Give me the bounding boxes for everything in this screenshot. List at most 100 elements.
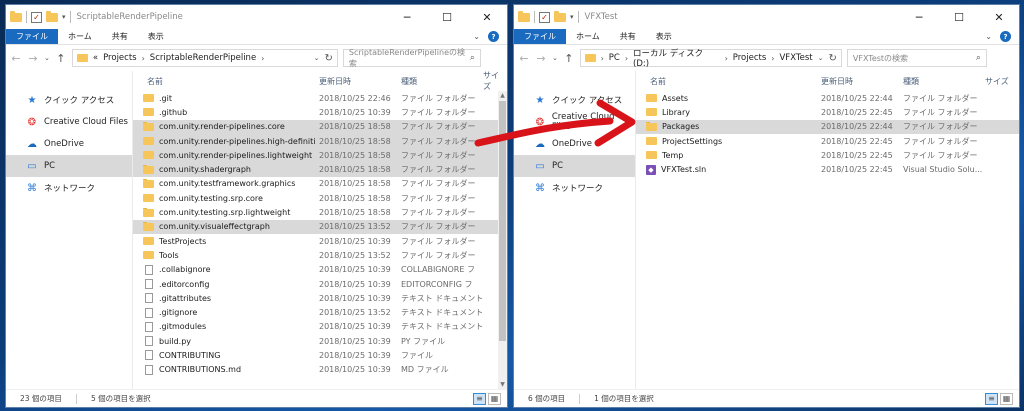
recent-locations-chevron-icon[interactable]: ⌄ <box>552 54 558 62</box>
file-row[interactable]: com.unity.testing.srp.core 2018/10/25 18:… <box>133 191 507 205</box>
column-header-size[interactable]: サイズ <box>479 70 499 92</box>
properties-icon[interactable]: ✓ <box>31 11 42 23</box>
nav-quick-access[interactable]: ★ クイック アクセス <box>6 89 132 111</box>
tab-view[interactable]: 表示 <box>646 29 682 44</box>
minimize-button[interactable]: ─ <box>899 5 939 29</box>
column-header-name[interactable]: 名前 <box>636 76 817 87</box>
nav-quick-access[interactable]: ★ クイック アクセス <box>514 89 635 111</box>
maximize-button[interactable]: ☐ <box>939 5 979 29</box>
breadcrumb-chevron-icon[interactable]: › <box>771 54 774 63</box>
breadcrumb-chevron-icon[interactable]: › <box>625 54 628 63</box>
search-input[interactable]: VFXTestの検索 ⌕ <box>846 49 987 67</box>
address-bar[interactable]: › PC › ローカル ディスク (D:) › Projects › VFXTe… <box>579 47 842 69</box>
file-row[interactable]: build.py 2018/10/25 10:39 PY ファイル <box>133 334 507 348</box>
breadcrumb-item[interactable]: Projects <box>733 53 767 63</box>
up-arrow-icon[interactable]: ↑ <box>55 52 67 65</box>
maximize-button[interactable]: ☐ <box>427 5 467 29</box>
back-arrow-icon[interactable]: ← <box>518 52 530 65</box>
refresh-icon[interactable]: ↻ <box>324 53 332 64</box>
close-button[interactable]: ✕ <box>467 5 507 29</box>
close-button[interactable]: ✕ <box>979 5 1019 29</box>
file-row[interactable]: ◆ VFXTest.sln 2018/10/25 22:45 Visual Studi… <box>636 162 1019 176</box>
breadcrumb-overflow[interactable]: « <box>93 53 98 63</box>
help-icon[interactable]: ? <box>1000 31 1011 42</box>
file-row[interactable]: .gitmodules 2018/10/25 10:39 テキスト ドキュメント <box>133 320 507 334</box>
tab-share[interactable]: 共有 <box>102 29 138 44</box>
new-folder-icon[interactable] <box>554 10 566 22</box>
back-arrow-icon[interactable]: ← <box>10 52 22 65</box>
tab-home[interactable]: ホーム <box>58 29 102 44</box>
file-row[interactable]: .github 2018/10/25 10:39 ファイル フォルダー <box>133 105 507 119</box>
refresh-icon[interactable]: ↻ <box>828 53 836 64</box>
expand-ribbon-chevron-icon[interactable]: ⌄ <box>985 32 992 41</box>
file-row[interactable]: ProjectSettings 2018/10/25 22:45 ファイル フォルダ… <box>636 134 1019 148</box>
breadcrumb-item[interactable]: PC <box>609 53 620 63</box>
nav-creative-cloud[interactable]: ❂ Creative Cloud Files <box>6 111 132 133</box>
large-icons-view-icon[interactable]: ▦ <box>1000 392 1013 405</box>
nav-onedrive[interactable]: ☁ OneDrive <box>6 133 132 155</box>
forward-arrow-icon[interactable]: → <box>27 52 39 65</box>
column-header-size[interactable]: サイズ <box>981 76 1019 87</box>
file-row[interactable]: Temp 2018/10/25 22:45 ファイル フォルダー <box>636 148 1019 162</box>
nav-creative-cloud[interactable]: ❂ Creative Cloud Files <box>514 111 635 133</box>
file-row[interactable]: TestProjects 2018/10/25 10:39 ファイル フォルダー <box>133 234 507 248</box>
file-row[interactable]: com.unity.testing.srp.lightweight 2018/10… <box>133 205 507 219</box>
details-view-icon[interactable]: ≡ <box>473 392 486 405</box>
tab-file[interactable]: ファイル <box>6 29 58 44</box>
customize-toolbar-chevron-icon[interactable]: ▾ <box>62 13 66 21</box>
breadcrumb-item[interactable]: Projects <box>103 53 137 63</box>
address-dropdown-icon[interactable]: ⌄ <box>314 54 320 62</box>
properties-icon[interactable]: ✓ <box>539 11 550 23</box>
search-input[interactable]: ScriptableRenderPipelineの検索 ⌕ <box>342 48 481 68</box>
minimize-button[interactable]: ─ <box>387 5 427 29</box>
tab-share[interactable]: 共有 <box>610 29 646 44</box>
nav-network[interactable]: ⌘ ネットワーク <box>6 177 132 199</box>
file-row[interactable]: .gitignore 2018/10/25 13:52 テキスト ドキュメント <box>133 305 507 319</box>
recent-locations-chevron-icon[interactable]: ⌄ <box>44 54 50 62</box>
address-bar[interactable]: « Projects › ScriptableRenderPipeline › … <box>71 49 338 67</box>
column-header-name[interactable]: 名前 <box>133 76 315 87</box>
file-row[interactable]: Assets 2018/10/25 22:44 ファイル フォルダー <box>636 91 1019 105</box>
nav-pc[interactable]: ▭ PC <box>514 155 635 177</box>
folder-icon[interactable] <box>518 10 530 22</box>
scroll-down-icon[interactable]: ▼ <box>498 381 507 388</box>
up-arrow-icon[interactable]: ↑ <box>563 52 575 65</box>
file-row[interactable]: com.unity.visualeffectgraph 2018/10/25 13… <box>133 219 507 234</box>
breadcrumb-chevron-icon[interactable]: › <box>261 54 264 63</box>
file-row[interactable]: .gitattributes 2018/10/25 10:39 テキスト ドキュメン… <box>133 291 507 305</box>
file-row[interactable]: .git 2018/10/25 22:46 ファイル フォルダー <box>133 91 507 105</box>
column-header-date[interactable]: 更新日時 <box>817 76 899 87</box>
column-header-type[interactable]: 種類 <box>397 76 479 87</box>
folder-icon[interactable] <box>10 10 22 22</box>
file-row[interactable]: .collabignore 2018/10/25 10:39 COLLABIGNOR… <box>133 263 507 277</box>
tab-file[interactable]: ファイル <box>514 29 566 44</box>
nav-pc[interactable]: ▭ PC <box>6 155 132 177</box>
search-icon[interactable]: ⌕ <box>470 53 475 63</box>
column-header-date[interactable]: 更新日時 <box>315 76 397 87</box>
breadcrumb-item[interactable]: VFXTest <box>779 53 812 63</box>
file-row[interactable]: com.unity.shadergraph 2018/10/25 18:58 ファイ… <box>133 162 507 177</box>
file-row[interactable]: com.unity.render-pipelines.high-definiti… <box>133 133 507 149</box>
file-row[interactable]: CONTRIBUTING 2018/10/25 10:39 ファイル <box>133 348 507 362</box>
file-row[interactable]: .editorconfig 2018/10/25 10:39 EDITORCONFI… <box>133 277 507 291</box>
large-icons-view-icon[interactable]: ▦ <box>488 392 501 405</box>
file-row[interactable]: Tools 2018/10/25 13:52 ファイル フォルダー <box>133 248 507 262</box>
details-view-icon[interactable]: ≡ <box>985 392 998 405</box>
nav-onedrive[interactable]: ☁ OneDrive <box>514 133 635 155</box>
tab-view[interactable]: 表示 <box>138 29 174 44</box>
breadcrumb-chevron-icon[interactable]: › <box>142 54 145 63</box>
file-row[interactable]: com.unity.testframework.graphics 2018/10/… <box>133 177 507 191</box>
vertical-scrollbar[interactable]: ▲ ▼ <box>498 91 507 389</box>
file-row[interactable]: com.unity.render-pipelines.lightweight 20… <box>133 148 507 163</box>
file-row[interactable]: Packages 2018/10/25 22:44 ファイル フォルダー <box>636 119 1019 134</box>
nav-network[interactable]: ⌘ ネットワーク <box>514 177 635 199</box>
new-folder-icon[interactable] <box>46 10 58 22</box>
search-icon[interactable]: ⌕ <box>976 53 981 63</box>
expand-ribbon-chevron-icon[interactable]: ⌄ <box>473 32 480 41</box>
file-row[interactable]: com.unity.render-pipelines.core 2018/10/2… <box>133 119 507 134</box>
title-bar[interactable]: ✓ ▾ ScriptableRenderPipeline ─ ☐ ✕ <box>6 5 507 29</box>
breadcrumb-item[interactable]: ローカル ディスク (D:) <box>633 47 720 69</box>
file-row[interactable]: Library 2018/10/25 22:45 ファイル フォルダー <box>636 105 1019 119</box>
breadcrumb-chevron-icon[interactable]: › <box>601 54 604 63</box>
customize-toolbar-chevron-icon[interactable]: ▾ <box>570 13 574 21</box>
